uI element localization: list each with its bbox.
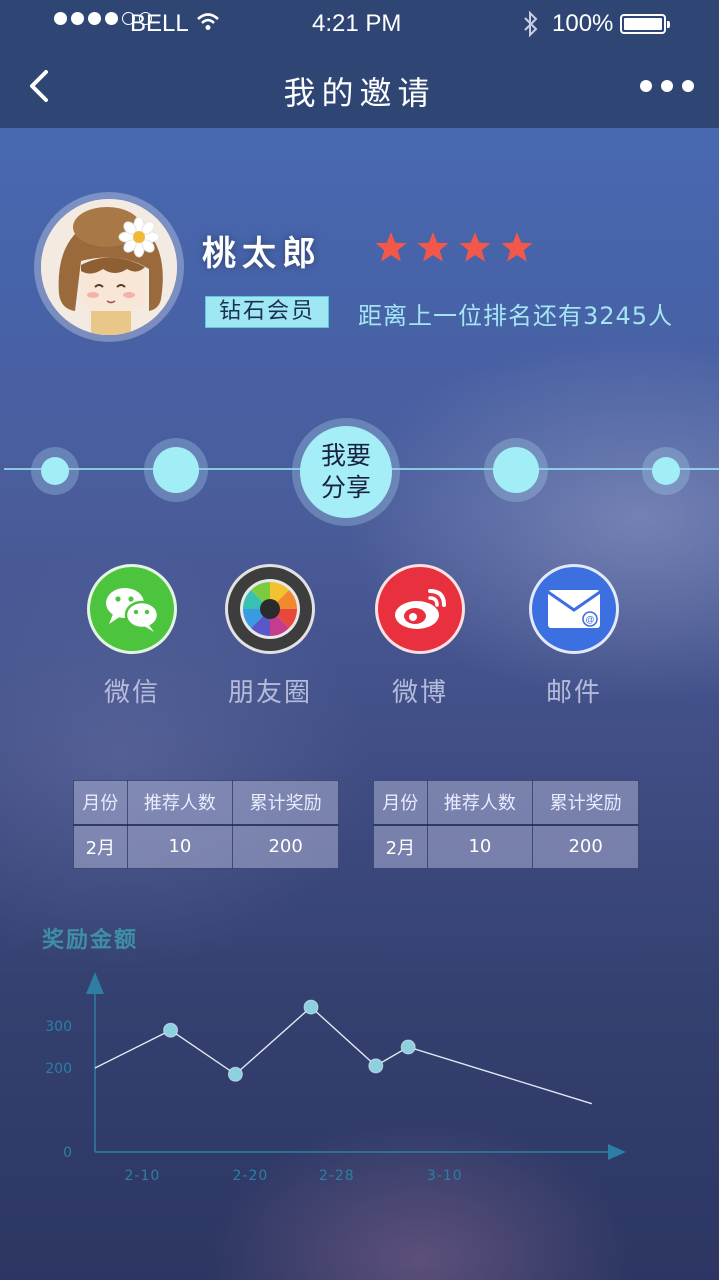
nav-bar: 我的邀请 xyxy=(0,48,719,128)
table-cell: 2月 xyxy=(73,824,128,869)
reward-line-chart: 0 200 300 2-10 2-20 2-28 3-10 xyxy=(45,972,626,1184)
table-cell: 10 xyxy=(126,824,234,869)
wifi-icon xyxy=(197,13,219,30)
table-row: 2月 10 200 xyxy=(73,824,339,869)
battery-percent: 100% xyxy=(552,10,614,37)
share-weibo[interactable]: 微博 xyxy=(345,564,495,709)
x-tick-label: 3-10 xyxy=(427,1168,463,1184)
carrier-name: BELL xyxy=(130,10,189,37)
member-badge: 钻石会员 xyxy=(205,296,329,328)
table-header: 推荐人数 xyxy=(126,780,234,825)
table-cell: 10 xyxy=(426,824,534,869)
table-row: 2月 10 200 xyxy=(373,824,639,869)
star-icon xyxy=(375,232,407,262)
star-icon xyxy=(501,232,533,262)
share-button-label-line2: 分享 xyxy=(320,473,371,502)
chart-title: 奖励金额 xyxy=(42,928,139,953)
svg-text:@: @ xyxy=(585,615,594,625)
x-tick-label: 2-10 xyxy=(125,1168,161,1184)
share-moments[interactable]: 朋友圈 xyxy=(195,564,345,709)
y-axis-arrow-icon xyxy=(86,972,104,994)
table-header: 累计奖励 xyxy=(532,780,639,825)
stats-table: 月份 推荐人数 累计奖励 2月 10 200 xyxy=(373,780,639,869)
table-cell: 2月 xyxy=(373,824,428,869)
signal-dot xyxy=(105,12,118,25)
data-point xyxy=(400,1039,416,1055)
data-point xyxy=(227,1066,243,1082)
share-moments-label: 朋友圈 xyxy=(227,678,312,708)
signal-dot xyxy=(71,12,84,25)
table-header: 月份 xyxy=(73,780,128,825)
share-mail[interactable]: @ 邮件 xyxy=(499,564,649,709)
data-point xyxy=(303,999,319,1015)
rank-info: 距离上一位排名还有3245人 xyxy=(358,302,674,330)
more-dots-icon[interactable] xyxy=(640,80,694,92)
share-button[interactable]: 我要 分享 xyxy=(292,418,400,526)
timeline-node[interactable] xyxy=(31,447,79,495)
username: 桃太郎 xyxy=(202,234,322,274)
series-line xyxy=(94,1006,593,1105)
x-axis-arrow-icon xyxy=(608,1144,626,1160)
timeline-node[interactable] xyxy=(144,438,208,502)
table-cell: 200 xyxy=(532,824,639,869)
timeline-node[interactable] xyxy=(484,438,548,502)
star-icon xyxy=(459,232,491,262)
status-time: 4:21 PM xyxy=(312,10,402,37)
y-tick-label: 0 xyxy=(63,1145,72,1161)
wechat-icon xyxy=(87,564,177,654)
share-weibo-label: 微博 xyxy=(391,678,448,708)
mail-icon: @ xyxy=(529,564,619,654)
stats-table: 月份 推荐人数 累计奖励 2月 10 200 xyxy=(73,780,339,869)
share-button-label-line1: 我要 xyxy=(320,441,371,470)
signal-dot xyxy=(88,12,101,25)
bluetooth-icon xyxy=(524,10,538,38)
weibo-icon xyxy=(375,564,465,654)
star-icon xyxy=(417,232,449,262)
x-tick-label: 2-20 xyxy=(233,1168,269,1184)
share-wechat-label: 微信 xyxy=(103,678,160,708)
moments-icon xyxy=(225,564,315,654)
timeline-node[interactable] xyxy=(642,447,690,495)
status-bar: BELL 4:21 PM 100% xyxy=(0,0,719,48)
data-point xyxy=(163,1022,179,1038)
avatar[interactable] xyxy=(34,192,184,342)
battery-icon xyxy=(620,14,670,34)
share-wechat[interactable]: 微信 xyxy=(57,564,207,709)
table-header: 月份 xyxy=(373,780,428,825)
share-mail-label: 邮件 xyxy=(545,678,602,708)
table-header: 累计奖励 xyxy=(232,780,339,825)
rating-stars xyxy=(374,230,534,264)
signal-dot xyxy=(54,12,67,25)
x-tick-label: 2-28 xyxy=(319,1168,355,1184)
y-tick-label: 300 xyxy=(45,1019,72,1035)
page-title: 我的邀请 xyxy=(283,74,436,112)
table-cell: 200 xyxy=(232,824,339,869)
avatar-illustration xyxy=(41,199,177,335)
data-point xyxy=(368,1058,384,1074)
y-tick-label: 200 xyxy=(45,1061,72,1077)
table-header: 推荐人数 xyxy=(426,780,534,825)
